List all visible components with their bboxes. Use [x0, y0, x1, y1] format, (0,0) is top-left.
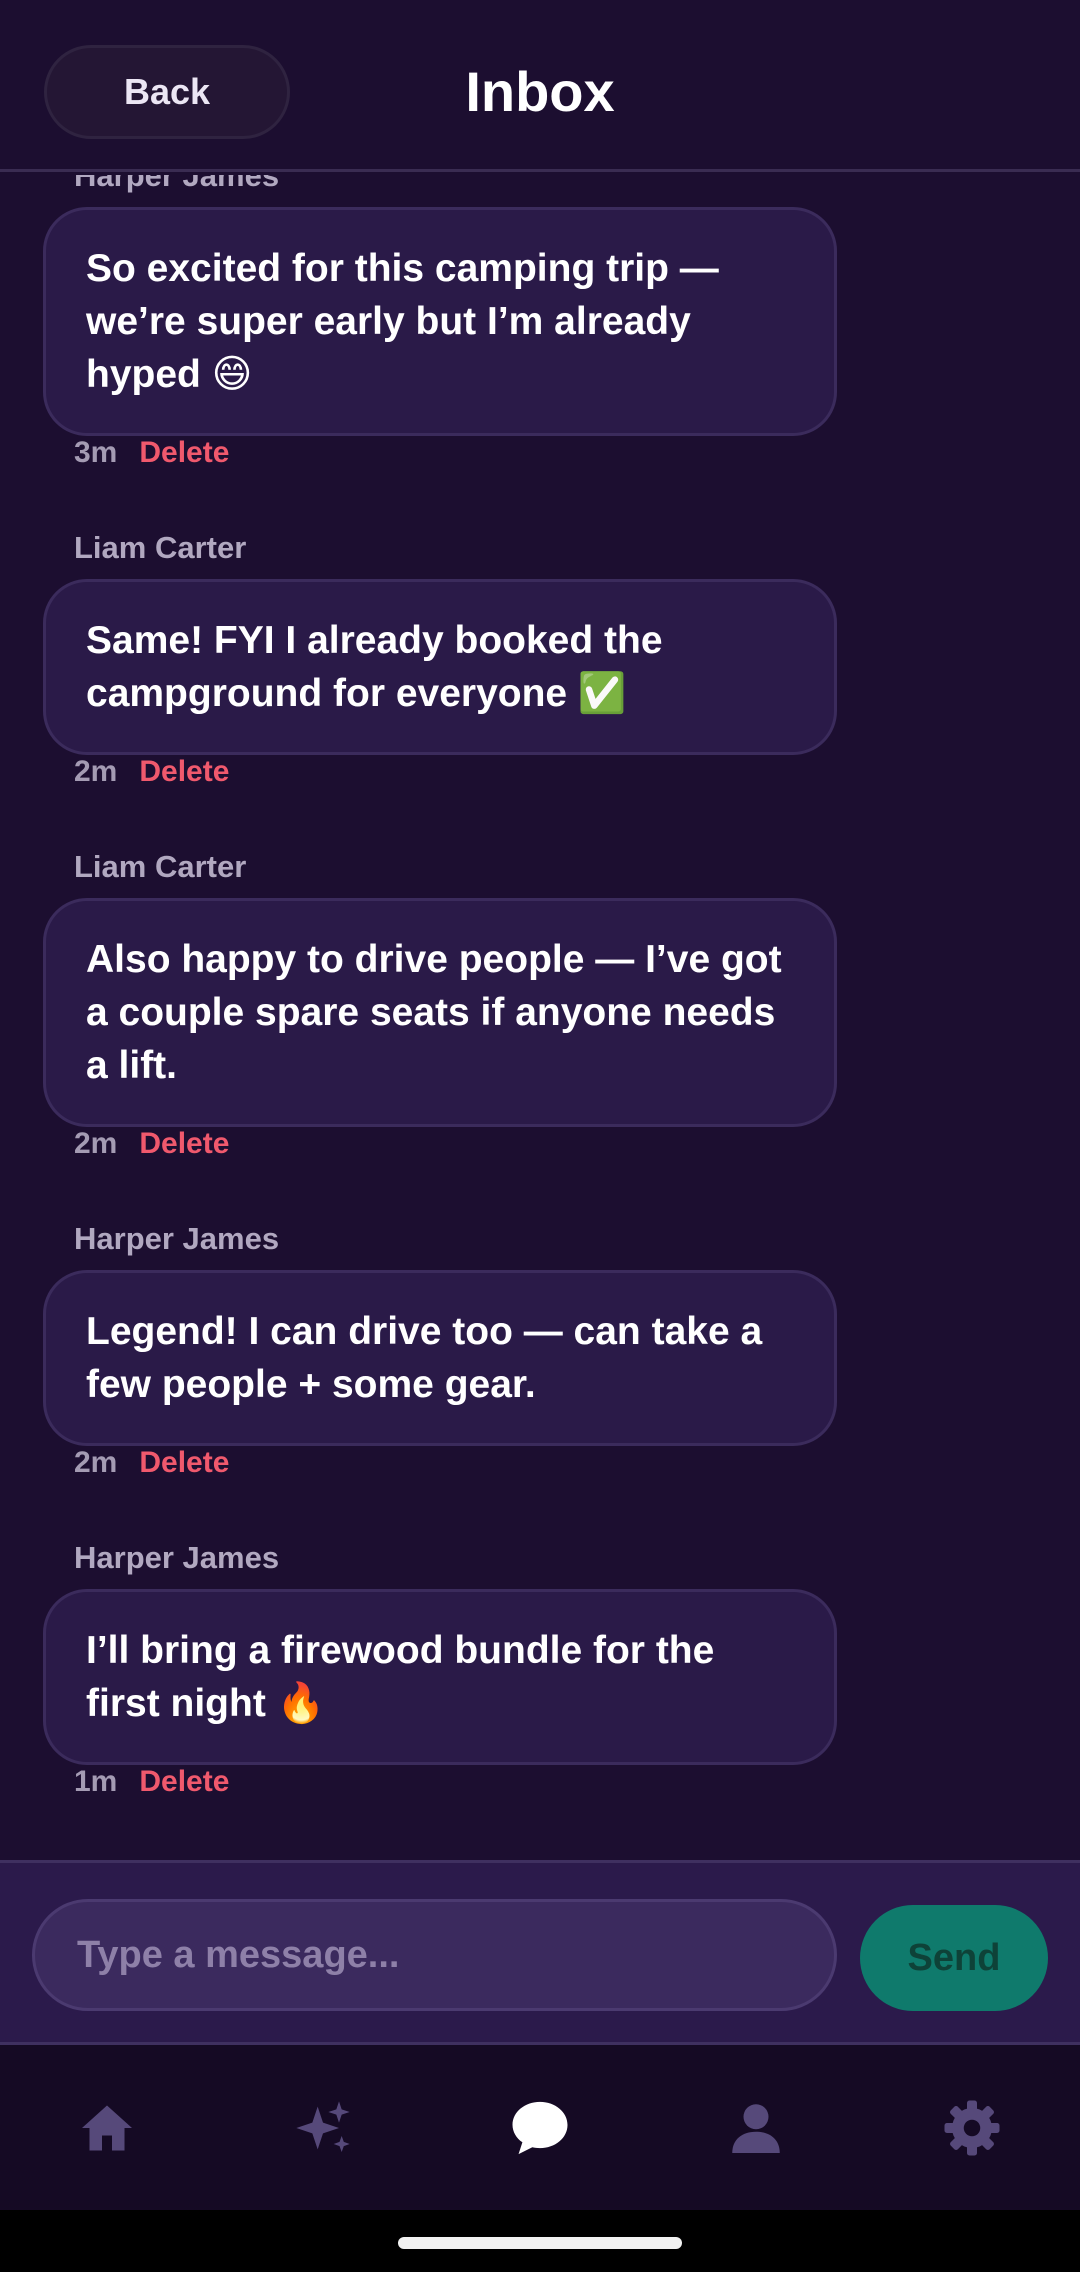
- message-sender: Harper James: [74, 1221, 280, 1256]
- message-bubble: Same! FYI I already booked the campgroun…: [43, 579, 837, 755]
- nav-discover[interactable]: [288, 2093, 358, 2163]
- gear-icon: [944, 2100, 1000, 2156]
- message-sender: Harper James: [74, 175, 280, 193]
- message-meta: 1m Delete: [74, 1765, 229, 1799]
- message-meta: 2m Delete: [74, 1446, 229, 1480]
- message-thread[interactable]: Harper James So excited for this camping…: [0, 175, 1080, 1860]
- home-indicator[interactable]: [398, 2237, 682, 2249]
- sparkles-icon: [296, 2101, 350, 2152]
- message-meta: 3m Delete: [74, 436, 229, 470]
- nav-profile[interactable]: [721, 2093, 791, 2163]
- nav-chat[interactable]: [505, 2093, 575, 2163]
- message-bubble: I’ll bring a firewood bundle for the fir…: [43, 1589, 837, 1765]
- chat-icon: [512, 2101, 568, 2155]
- message-time: 1m: [74, 1765, 118, 1798]
- delete-button[interactable]: Delete: [139, 755, 229, 789]
- message-time: 2m: [74, 1446, 118, 1479]
- header: Back Inbox: [0, 0, 1080, 172]
- delete-button[interactable]: Delete: [139, 1446, 229, 1480]
- nav-settings[interactable]: [937, 2093, 1007, 2163]
- delete-button[interactable]: Delete: [139, 1127, 229, 1161]
- page-title: Inbox: [465, 60, 615, 123]
- message-bubble: So excited for this camping trip — we’re…: [43, 207, 837, 436]
- message-meta: 2m Delete: [74, 1127, 229, 1161]
- bottom-nav: [0, 2045, 1080, 2210]
- message-input[interactable]: [32, 1899, 837, 2011]
- message-sender: Liam Carter: [74, 849, 247, 884]
- message-time: 2m: [74, 1127, 118, 1160]
- home-icon: [82, 2105, 132, 2151]
- system-nav-bar: [0, 2210, 1080, 2272]
- message-sender: Harper James: [74, 1540, 280, 1575]
- message-time: 3m: [74, 436, 118, 469]
- send-button[interactable]: Send: [860, 1905, 1048, 2011]
- nav-home[interactable]: [72, 2093, 142, 2163]
- profile-icon: [732, 2104, 780, 2153]
- message-composer: Send: [0, 1860, 1080, 2045]
- message-bubble: Also happy to drive people — I’ve got a …: [43, 898, 837, 1127]
- delete-button[interactable]: Delete: [139, 1765, 229, 1799]
- message-bubble: Legend! I can drive too — can take a few…: [43, 1270, 837, 1446]
- delete-button[interactable]: Delete: [139, 436, 229, 470]
- message-time: 2m: [74, 755, 118, 788]
- message-meta: 2m Delete: [74, 755, 229, 789]
- message-sender: Liam Carter: [74, 530, 247, 565]
